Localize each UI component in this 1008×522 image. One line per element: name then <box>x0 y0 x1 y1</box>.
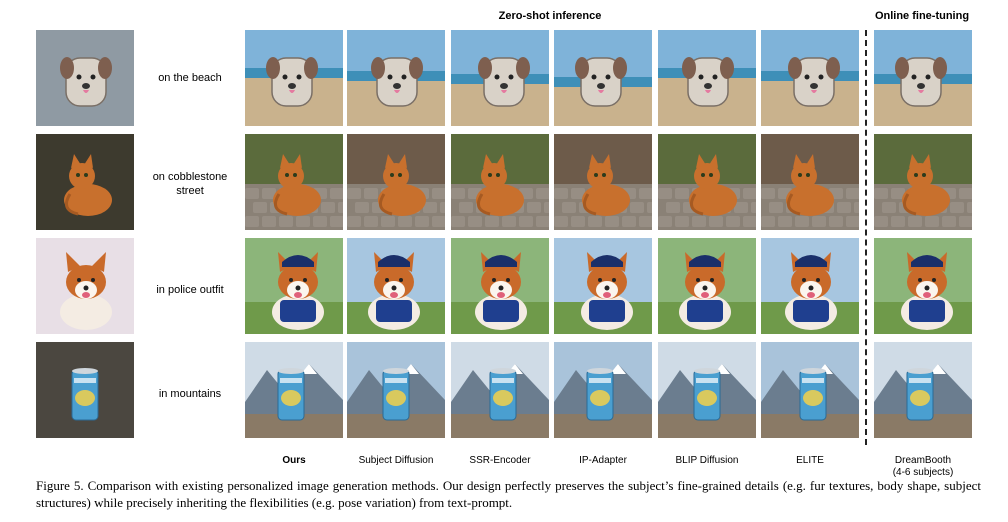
result-photo <box>347 342 445 438</box>
zero-shot-header: Zero-shot inference <box>498 10 602 22</box>
result-photo <box>245 238 343 334</box>
prompt-label-mountains: in mountains <box>158 388 222 400</box>
result-image <box>554 238 652 334</box>
result-photo <box>554 238 652 334</box>
result-image <box>347 30 445 126</box>
result-image <box>347 238 445 334</box>
result-photo <box>658 30 756 126</box>
result-photo <box>761 342 859 438</box>
result-photo <box>761 30 859 126</box>
result-image <box>245 30 343 126</box>
result-photo <box>347 238 445 334</box>
result-photo <box>451 238 549 334</box>
method-label: IP-Adapter <box>579 455 627 466</box>
reference-photo <box>36 238 134 334</box>
result-image <box>554 342 652 438</box>
result-photo <box>874 238 972 334</box>
result-image <box>451 342 549 438</box>
reference-photo <box>36 342 134 438</box>
reference-photo <box>36 30 134 126</box>
prompt-label-beach: on the beach <box>158 72 222 84</box>
method-label: DreamBooth (4-6 subjects) <box>892 455 954 478</box>
result-image <box>554 134 652 230</box>
method-label: ELITE <box>796 455 824 466</box>
result-image <box>451 238 549 334</box>
result-photo <box>245 134 343 230</box>
result-photo <box>874 134 972 230</box>
result-photo <box>451 134 549 230</box>
reference-image-can <box>36 342 134 438</box>
reference-photo <box>36 134 134 230</box>
result-image <box>347 134 445 230</box>
result-photo <box>658 134 756 230</box>
result-photo <box>347 134 445 230</box>
result-image <box>874 342 972 438</box>
result-image <box>245 238 343 334</box>
method-label: SSR-Encoder <box>469 455 531 466</box>
figure-caption: Figure 5. Comparison with existing perso… <box>36 477 981 511</box>
result-image <box>658 238 756 334</box>
prompt-label-police: in police outfit <box>156 284 224 296</box>
result-image <box>451 30 549 126</box>
result-photo <box>761 238 859 334</box>
reference-image-dog <box>36 238 134 334</box>
reference-image-cat <box>36 134 134 230</box>
result-photo <box>874 30 972 126</box>
caption-text: Comparison with existing personalized im… <box>36 478 981 510</box>
method-label: Subject Diffusion <box>358 455 434 466</box>
result-image <box>761 342 859 438</box>
result-image <box>347 342 445 438</box>
result-photo <box>245 30 343 126</box>
caption-lead: Figure 5. <box>36 478 84 493</box>
result-image <box>874 238 972 334</box>
result-image <box>658 134 756 230</box>
result-photo <box>658 342 756 438</box>
result-photo <box>874 342 972 438</box>
result-photo <box>554 134 652 230</box>
online-finetuning-header: Online fine-tuning <box>874 10 970 22</box>
result-image <box>761 238 859 334</box>
result-image <box>874 134 972 230</box>
section-divider <box>865 30 867 445</box>
result-photo <box>451 342 549 438</box>
result-image <box>245 134 343 230</box>
result-photo <box>554 30 652 126</box>
prompt-label-cobblestone: on cobblestone street <box>152 171 228 197</box>
reference-image-backpack <box>36 30 134 126</box>
result-image <box>874 30 972 126</box>
result-photo <box>761 134 859 230</box>
result-photo <box>347 30 445 126</box>
result-image <box>658 342 756 438</box>
result-image <box>761 134 859 230</box>
result-photo <box>554 342 652 438</box>
result-photo <box>245 342 343 438</box>
result-image <box>451 134 549 230</box>
result-image <box>245 342 343 438</box>
result-image <box>761 30 859 126</box>
result-image <box>554 30 652 126</box>
result-image <box>658 30 756 126</box>
method-label: BLIP Diffusion <box>675 455 739 466</box>
result-photo <box>451 30 549 126</box>
result-photo <box>658 238 756 334</box>
